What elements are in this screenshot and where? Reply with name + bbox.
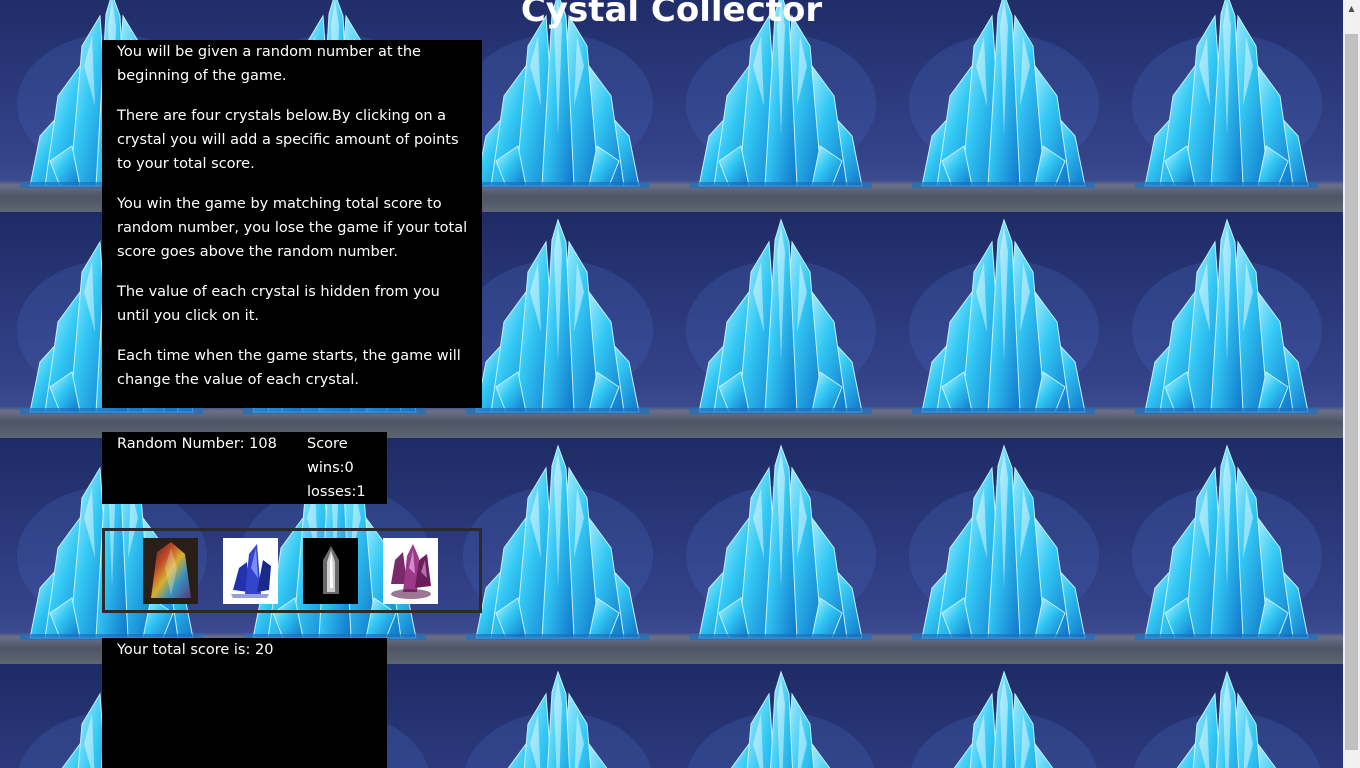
instructions-panel: You will be given a random number at the… [102, 40, 482, 408]
losses-count: losses:1 [307, 484, 366, 500]
random-number-display: Random Number: 108 [117, 436, 277, 452]
vertical-scrollbar[interactable]: ▲ [1343, 0, 1360, 768]
instruction-paragraph: You win the game by matching total score… [117, 196, 468, 260]
scroll-up-arrow-icon[interactable]: ▲ [1343, 0, 1360, 17]
instruction-paragraph: Each time when the game starts, the game… [117, 348, 461, 388]
total-score-panel: Your total score is: 20 [102, 638, 387, 768]
rainbow-crystal-icon [143, 538, 198, 604]
crystal-button-1[interactable] [143, 538, 198, 604]
crystal-row [102, 528, 482, 613]
score-block: Score wins:0 losses:1 [307, 432, 366, 504]
wins-count: wins:0 [307, 460, 354, 476]
page-title: Cystal Collector [520, 0, 823, 30]
crystal-button-2[interactable] [223, 538, 278, 604]
instruction-paragraph: You will be given a random number at the… [117, 44, 421, 84]
blue-crystal-icon [223, 538, 278, 604]
clear-quartz-crystal-icon [303, 538, 358, 604]
score-label: Score [307, 436, 348, 452]
total-score-text: Your total score is: 20 [117, 642, 274, 658]
instruction-paragraph: There are four crystals below.By clickin… [117, 108, 459, 172]
instruction-paragraph: The value of each crystal is hidden from… [117, 284, 440, 324]
crystal-button-3[interactable] [303, 538, 358, 604]
purple-crystal-icon [383, 538, 438, 604]
stats-panel: Random Number: 108 Score wins:0 losses:1 [102, 432, 387, 504]
scrollbar-thumb[interactable] [1345, 34, 1358, 750]
crystal-button-4[interactable] [383, 538, 438, 604]
